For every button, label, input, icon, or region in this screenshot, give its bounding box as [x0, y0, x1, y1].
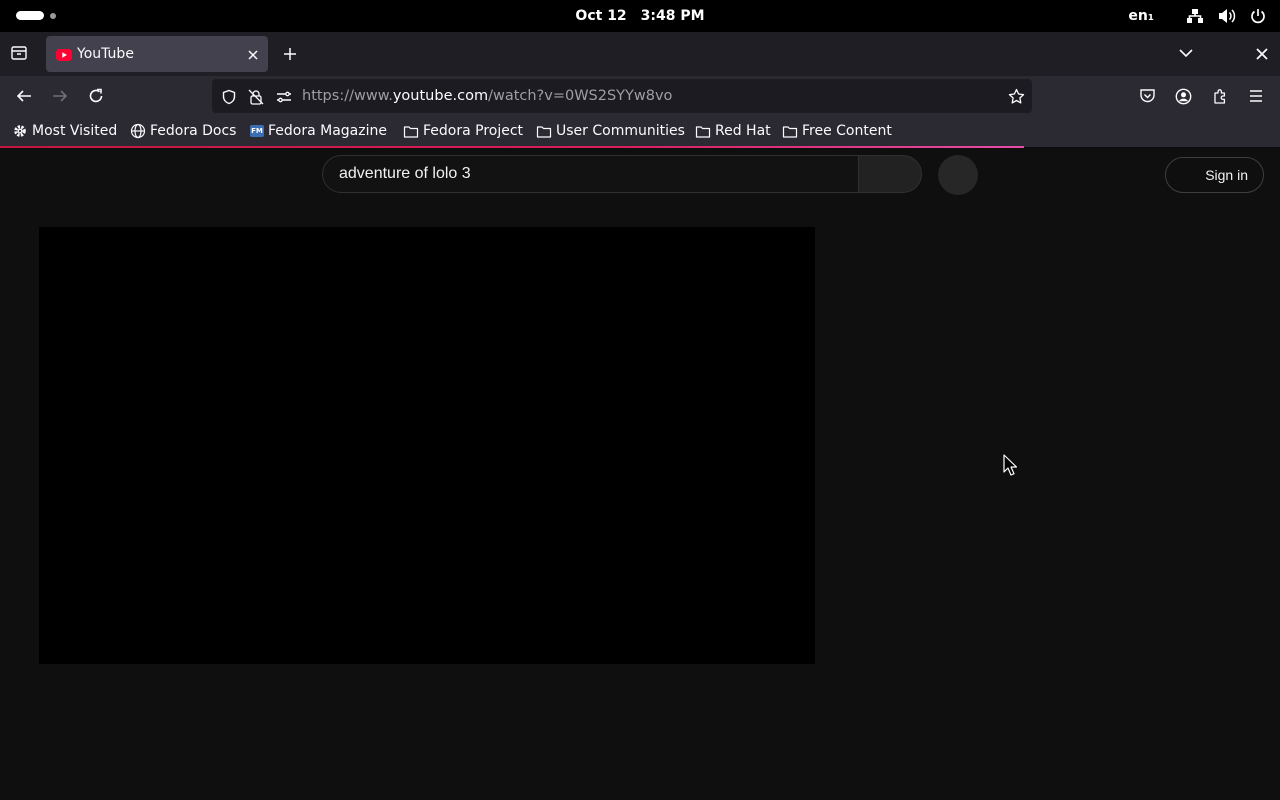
- page-loading-progress-bar: [0, 146, 1024, 148]
- chevron-down-icon[interactable]: [1177, 45, 1195, 65]
- firefox-view-icon[interactable]: [10, 44, 28, 66]
- folder-icon: [536, 125, 552, 138]
- lock-icon[interactable]: [248, 89, 264, 109]
- shield-icon[interactable]: [221, 89, 237, 109]
- workspace-indicator: [50, 12, 56, 19]
- sign-in-button[interactable]: Sign in: [1165, 157, 1264, 193]
- bookmark-folder-user-communities[interactable]: User Communities: [536, 116, 685, 146]
- fedora-magazine-icon: FM: [250, 125, 264, 137]
- activities-button[interactable]: [16, 11, 56, 20]
- keyboard-layout-indicator[interactable]: en₁: [1128, 8, 1154, 24]
- account-icon[interactable]: [1175, 88, 1192, 109]
- url-path: /watch?v=0WS2SYYw8vo: [488, 88, 673, 104]
- youtube-search-box[interactable]: [322, 155, 858, 193]
- bookmark-label: User Communities: [556, 123, 685, 139]
- gear-icon: [14, 125, 26, 137]
- url-host: youtube.com: [392, 88, 489, 104]
- bookmark-star-icon[interactable]: [1008, 88, 1025, 109]
- extensions-icon[interactable]: [1212, 88, 1229, 109]
- search-input[interactable]: [339, 156, 839, 192]
- bookmark-folder-red-hat[interactable]: Red Hat: [695, 116, 771, 146]
- bookmark-label: Most Visited: [32, 123, 118, 139]
- folder-icon: [782, 125, 798, 138]
- new-tab-icon[interactable]: [280, 44, 300, 68]
- address-bar[interactable]: https://www.youtube.com/watch?v=0WS2SYYw…: [212, 79, 1032, 113]
- folder-icon: [695, 125, 711, 138]
- voice-search-button[interactable]: [938, 155, 978, 195]
- navigation-toolbar: https://www.youtube.com/watch?v=0WS2SYYw…: [0, 76, 1280, 116]
- system-tray[interactable]: en₁: [1128, 0, 1266, 32]
- folder-icon: [403, 125, 419, 138]
- clock-time: 3:48 PM: [640, 8, 705, 24]
- power-icon[interactable]: [1250, 8, 1266, 24]
- close-window-icon[interactable]: [1254, 46, 1270, 66]
- permissions-icon[interactable]: [276, 89, 292, 109]
- clock[interactable]: Oct 12 3:48 PM: [0, 0, 1280, 32]
- tab-title: YouTube: [77, 46, 134, 62]
- bookmark-label: Red Hat: [715, 123, 771, 139]
- video-player[interactable]: [39, 227, 815, 664]
- globe-icon: [130, 123, 146, 139]
- close-tab-icon[interactable]: [246, 47, 260, 66]
- mouse-cursor-icon: [1003, 454, 1018, 480]
- hamburger-menu-icon[interactable]: [1248, 88, 1264, 108]
- back-icon[interactable]: [15, 87, 33, 109]
- reload-icon[interactable]: [87, 87, 105, 109]
- tab-strip: YouTube: [0, 32, 1280, 76]
- forward-icon[interactable]: [51, 87, 69, 109]
- bookmark-label: Fedora Project: [423, 123, 524, 139]
- url-text[interactable]: https://www.youtube.com/watch?v=0WS2SYYw…: [302, 79, 672, 113]
- bookmark-fedora-docs[interactable]: Fedora Docs: [130, 116, 236, 146]
- bookmark-fedora-magazine[interactable]: FM Fedora Magazine: [250, 116, 387, 146]
- bookmark-label: Free Content: [802, 123, 892, 139]
- bookmark-most-visited[interactable]: Most Visited: [12, 116, 117, 146]
- tab-youtube[interactable]: YouTube: [46, 36, 268, 72]
- search-button[interactable]: [858, 155, 922, 193]
- bookmark-folder-free-content[interactable]: Free Content: [782, 116, 892, 146]
- bookmark-label: Fedora Magazine: [268, 123, 387, 139]
- bookmarks-toolbar: Most Visited Fedora Docs FM Fedora Magaz…: [0, 116, 1280, 148]
- bookmark-label: Fedora Docs: [150, 123, 237, 139]
- clock-date: Oct 12: [575, 8, 627, 24]
- system-top-bar: Oct 12 3:48 PM en₁: [0, 0, 1280, 32]
- youtube-icon: [56, 47, 72, 66]
- bookmark-folder-fedora-project[interactable]: Fedora Project: [403, 116, 523, 146]
- url-scheme: https://www.: [302, 88, 393, 104]
- network-icon[interactable]: [1186, 8, 1204, 24]
- workspace-indicator-active: [16, 11, 44, 20]
- volume-icon[interactable]: [1218, 8, 1236, 24]
- pocket-icon[interactable]: [1139, 88, 1156, 108]
